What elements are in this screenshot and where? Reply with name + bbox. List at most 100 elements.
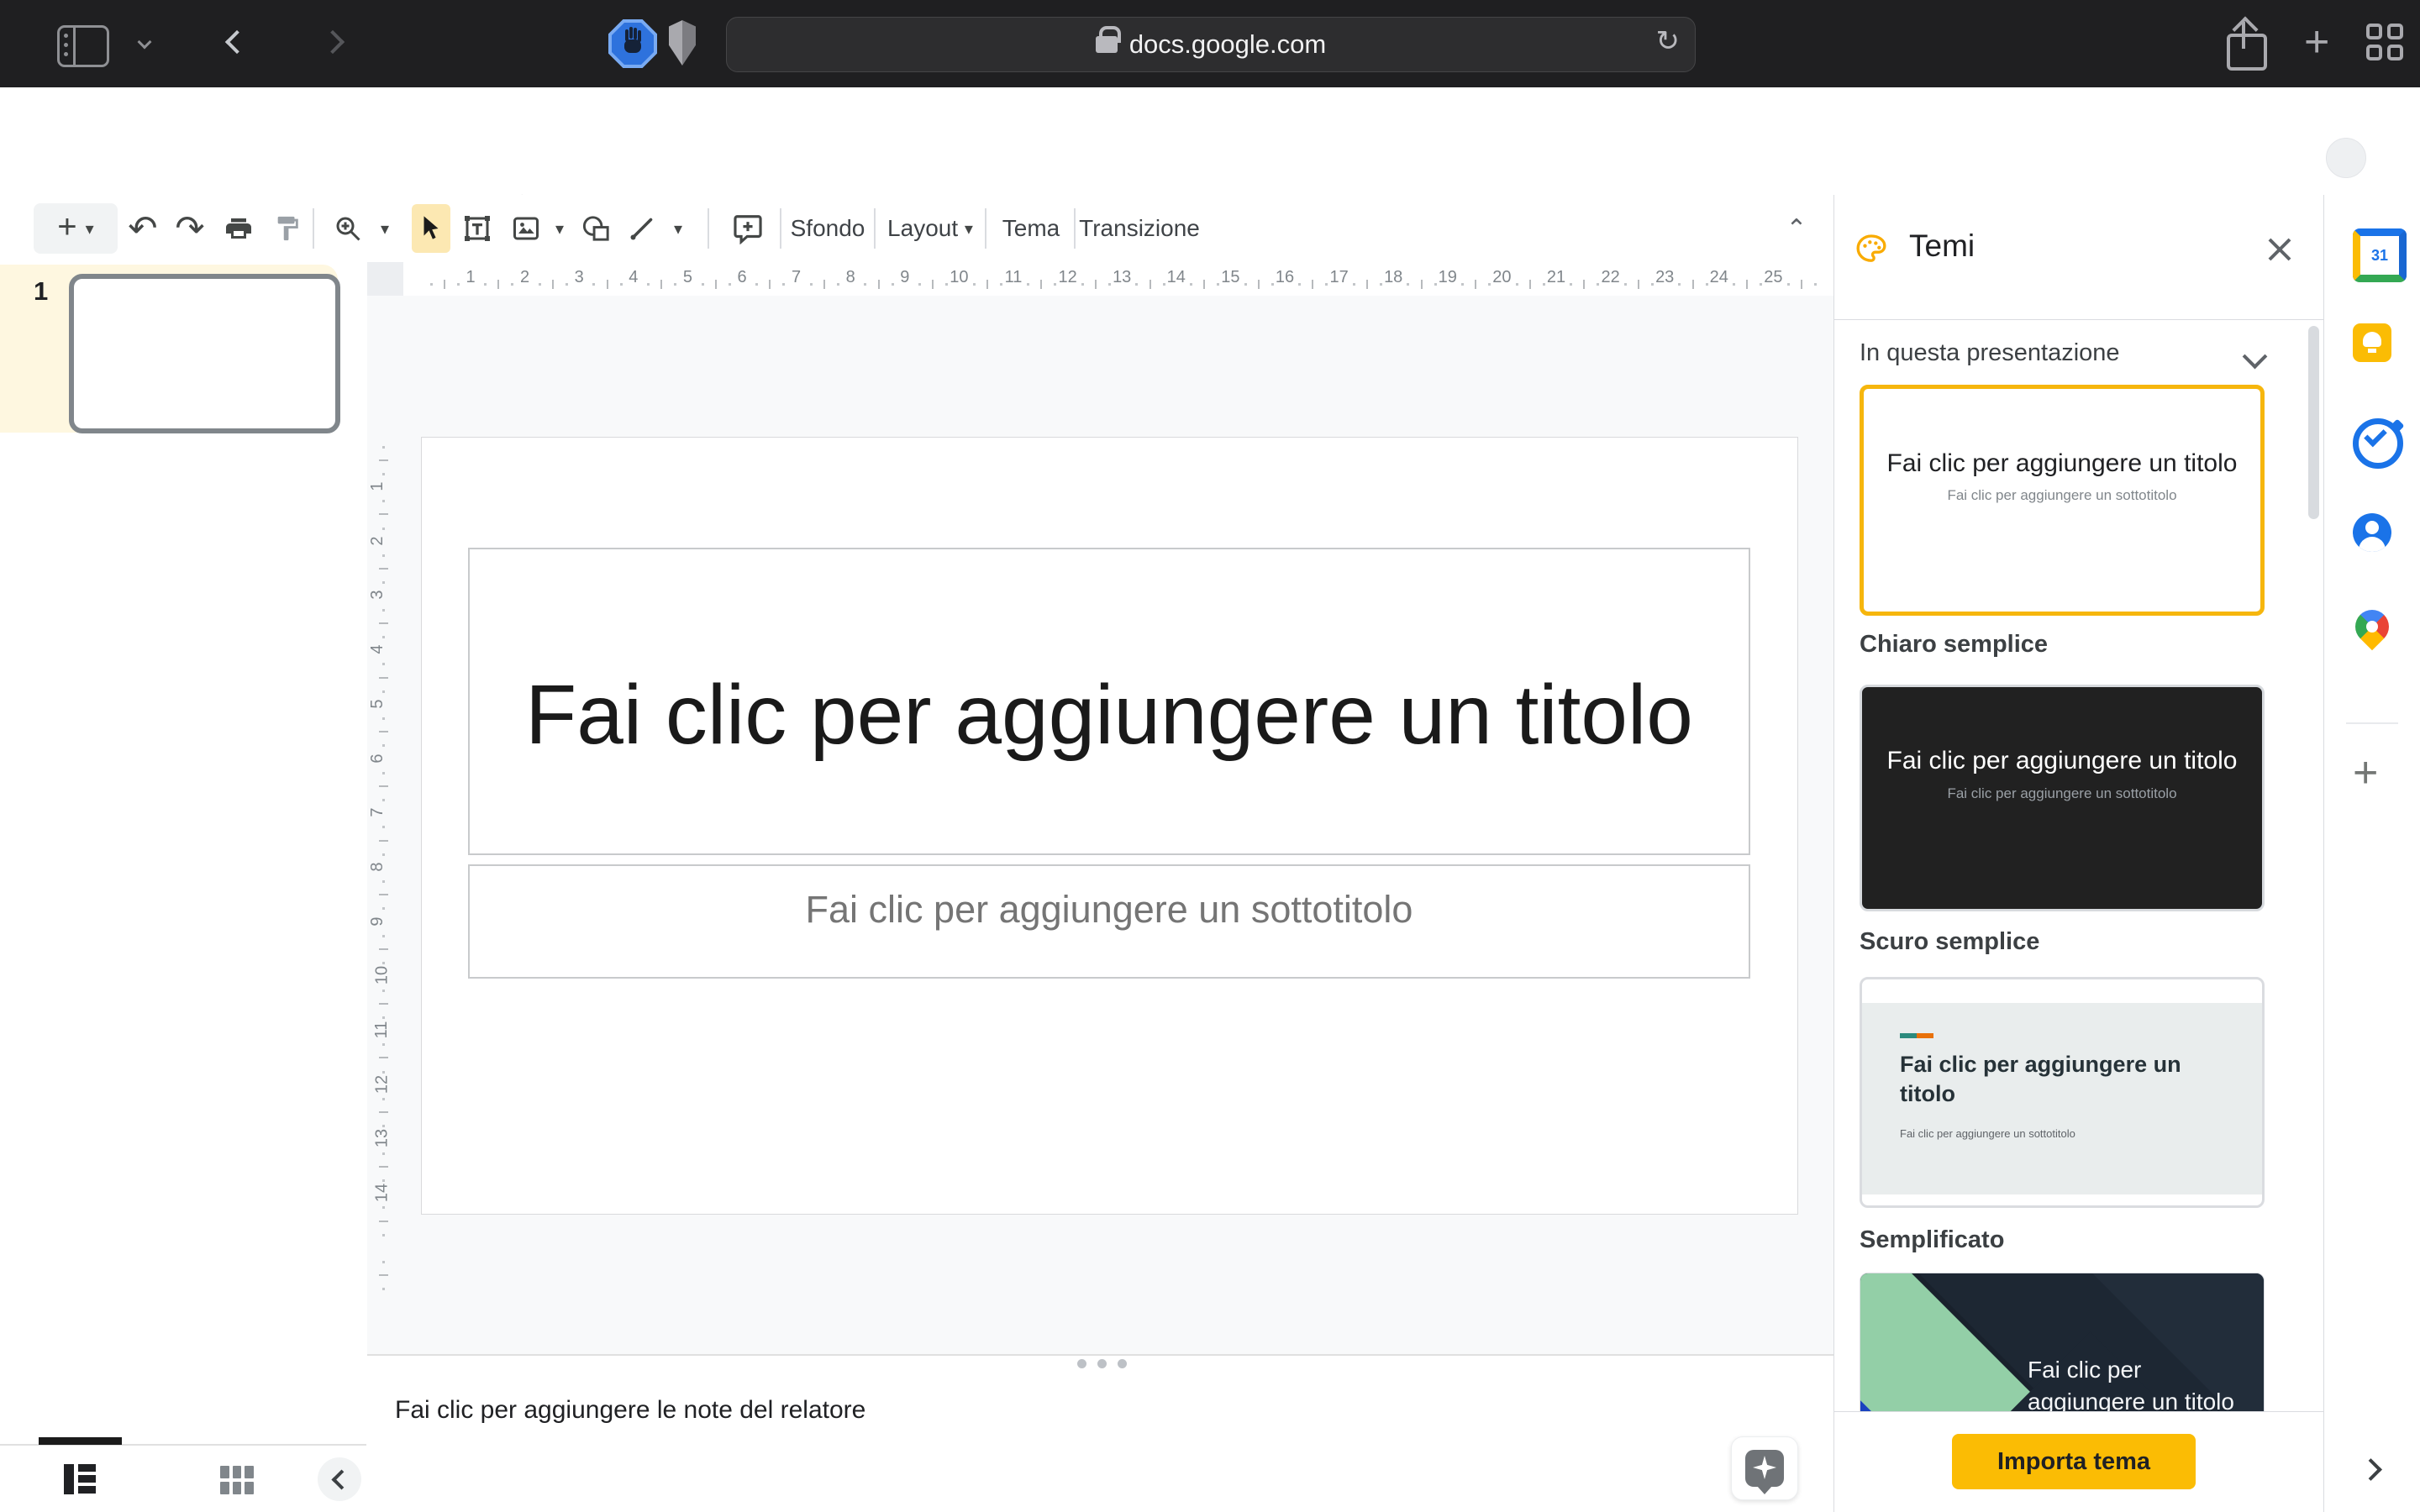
- v-ruler-number-7: 7: [368, 808, 387, 817]
- slide-canvas[interactable]: Fai clic per aggiungere un titolo Fai cl…: [421, 437, 1798, 1215]
- sidebar-toggle-icon[interactable]: [57, 25, 109, 67]
- subtitle-placeholder-box[interactable]: Fai clic per aggiungere un sottotitolo: [468, 864, 1750, 979]
- v-ruler-number-13: 13: [373, 1129, 392, 1147]
- hide-side-panel-icon[interactable]: [2360, 1458, 2382, 1481]
- image-tool[interactable]: [504, 195, 548, 262]
- title-placeholder-text: Fai clic per aggiungere un titolo: [525, 652, 1693, 778]
- v-ruler-number-2: 2: [368, 536, 387, 545]
- h-ruler-number-23: 23: [1655, 268, 1674, 287]
- redo-icon[interactable]: ↷: [166, 195, 213, 262]
- v-ruler-number-14: 14: [373, 1184, 392, 1202]
- slide-thumbnail[interactable]: [69, 274, 340, 433]
- strip-divider: [2346, 722, 2398, 724]
- theme-card-semplificato[interactable]: Fai clic per aggiungere un titolo Fai cl…: [1860, 977, 2265, 1208]
- line-dropdown[interactable]: ▾: [664, 195, 692, 262]
- maps-icon[interactable]: [2349, 603, 2396, 651]
- filmstrip-view-icon[interactable]: [64, 1464, 96, 1494]
- theme-label: Scuro semplice: [1860, 928, 2039, 956]
- h-ruler-number-1: 1: [466, 268, 475, 287]
- h-ruler-number-21: 21: [1547, 268, 1565, 287]
- panel-scrollbar[interactable]: [2308, 326, 2319, 519]
- zoom-dropdown[interactable]: ▾: [370, 195, 400, 262]
- title-placeholder-box[interactable]: Fai clic per aggiungere un titolo: [468, 548, 1750, 855]
- share-page-icon[interactable]: [2227, 22, 2260, 64]
- shape-tool[interactable]: [575, 195, 618, 262]
- canvas-column: 1234567891011121314151617181920212223242…: [367, 262, 1833, 1512]
- extension-hand-icon[interactable]: [608, 19, 657, 68]
- tasks-icon[interactable]: [2353, 418, 2403, 469]
- line-tool[interactable]: [620, 195, 664, 262]
- accent-dash-icon: [1900, 1033, 1933, 1038]
- contacts-icon[interactable]: [2353, 513, 2391, 552]
- sparkle-icon: [1745, 1450, 1784, 1487]
- tls-lock-icon: [1096, 36, 1118, 53]
- image-dropdown[interactable]: ▾: [546, 195, 573, 262]
- new-slide-button[interactable]: +▾: [34, 203, 118, 254]
- print-icon[interactable]: [215, 195, 262, 262]
- themes-panel-title: Temi: [1909, 228, 1975, 264]
- h-ruler-number-9: 9: [900, 268, 909, 287]
- slide-thumbnail-row[interactable]: 1: [0, 265, 338, 433]
- collapse-toolbar-icon[interactable]: ⌃: [1771, 195, 1822, 262]
- v-ruler-number-3: 3: [368, 591, 387, 600]
- v-ruler-number-1: 1: [368, 481, 387, 491]
- reload-icon[interactable]: ↻: [1656, 24, 1681, 58]
- theme-label: Semplificato: [1860, 1226, 2004, 1254]
- h-ruler-number-13: 13: [1113, 268, 1131, 287]
- speaker-notes[interactable]: Fai clic per aggiungere le note del rela…: [367, 1369, 1833, 1512]
- transition-button[interactable]: Transizione: [1082, 195, 1197, 262]
- address-bar[interactable]: docs.google.com ↻: [726, 17, 1696, 72]
- v-ruler-number-6: 6: [368, 753, 387, 763]
- theme-button[interactable]: Tema: [995, 195, 1067, 262]
- get-addons-icon[interactable]: +: [2353, 751, 2378, 795]
- sparkle-pin-button[interactable]: [1731, 1436, 1798, 1500]
- extension-shield-icon[interactable]: [669, 20, 696, 66]
- paint-format-icon[interactable]: [264, 195, 311, 262]
- new-tab-icon[interactable]: +: [2304, 20, 2329, 64]
- filmstrip-footer: [0, 1444, 366, 1512]
- url-text: docs.google.com: [1129, 29, 1326, 60]
- screen: docs.google.com ↻ + Presentazione senza …: [0, 0, 2420, 1512]
- h-ruler-number-4: 4: [629, 268, 638, 287]
- theme-label: Chiaro semplice: [1860, 631, 2048, 659]
- close-themes-icon[interactable]: [2265, 235, 2293, 264]
- h-ruler-number-2: 2: [520, 268, 529, 287]
- h-ruler-number-11: 11: [1005, 268, 1023, 287]
- section-chevron-icon[interactable]: [2243, 344, 2268, 370]
- zoom-icon[interactable]: [326, 195, 370, 262]
- theme-card-scuro-semplice[interactable]: Fai clic per aggiungere un titolo Fai cl…: [1860, 685, 2265, 911]
- theme-subtitle-preview: Fai clic per aggiungere un sottotitolo: [1900, 1127, 2075, 1140]
- h-ruler-number-22: 22: [1601, 268, 1619, 287]
- h-ruler-number-14: 14: [1167, 268, 1186, 287]
- theme-title-preview: Fai clic per aggiungere un titolo: [1886, 448, 2238, 480]
- undo-icon[interactable]: ↶: [119, 195, 166, 262]
- grid-view-icon[interactable]: [220, 1466, 254, 1494]
- sidebar-chevron-icon[interactable]: [139, 37, 150, 47]
- side-companion-strip: 31 +: [2323, 195, 2420, 1512]
- vertical-ruler: 1234567891011121314: [367, 296, 403, 1354]
- insert-comment-icon[interactable]: [721, 195, 775, 262]
- back-icon[interactable]: [229, 34, 245, 50]
- h-ruler-number-18: 18: [1384, 268, 1402, 287]
- avatar[interactable]: [2326, 138, 2366, 178]
- themes-panel: Temi In questa presentazione Fai clic pe…: [1833, 195, 2324, 1512]
- active-view-indicator: [39, 1437, 122, 1445]
- h-ruler-number-16: 16: [1276, 268, 1294, 287]
- layout-button[interactable]: Layout ▾: [884, 195, 976, 262]
- h-ruler-number-17: 17: [1329, 268, 1348, 287]
- keep-icon[interactable]: [2353, 323, 2391, 362]
- subtitle-placeholder-text: Fai clic per aggiungere un sottotitolo: [806, 888, 1413, 932]
- h-ruler-number-19: 19: [1439, 268, 1457, 287]
- themes-panel-header: Temi: [1834, 195, 2324, 320]
- select-tool[interactable]: [412, 204, 450, 253]
- background-button[interactable]: Sfondo: [790, 195, 865, 262]
- calendar-icon[interactable]: 31: [2353, 228, 2407, 282]
- import-theme-button[interactable]: Importa tema: [1952, 1434, 2196, 1489]
- theme-card-chiaro-semplice[interactable]: Fai clic per aggiungere un titolo Fai cl…: [1860, 385, 2265, 616]
- h-ruler-number-5: 5: [683, 268, 692, 287]
- tab-overview-icon[interactable]: [2366, 24, 2403, 60]
- collapse-filmstrip-button[interactable]: [318, 1457, 361, 1501]
- palette-icon: [1853, 232, 1890, 265]
- in-this-presentation-label: In questa presentazione: [1860, 339, 2120, 367]
- textbox-tool[interactable]: [455, 195, 499, 262]
